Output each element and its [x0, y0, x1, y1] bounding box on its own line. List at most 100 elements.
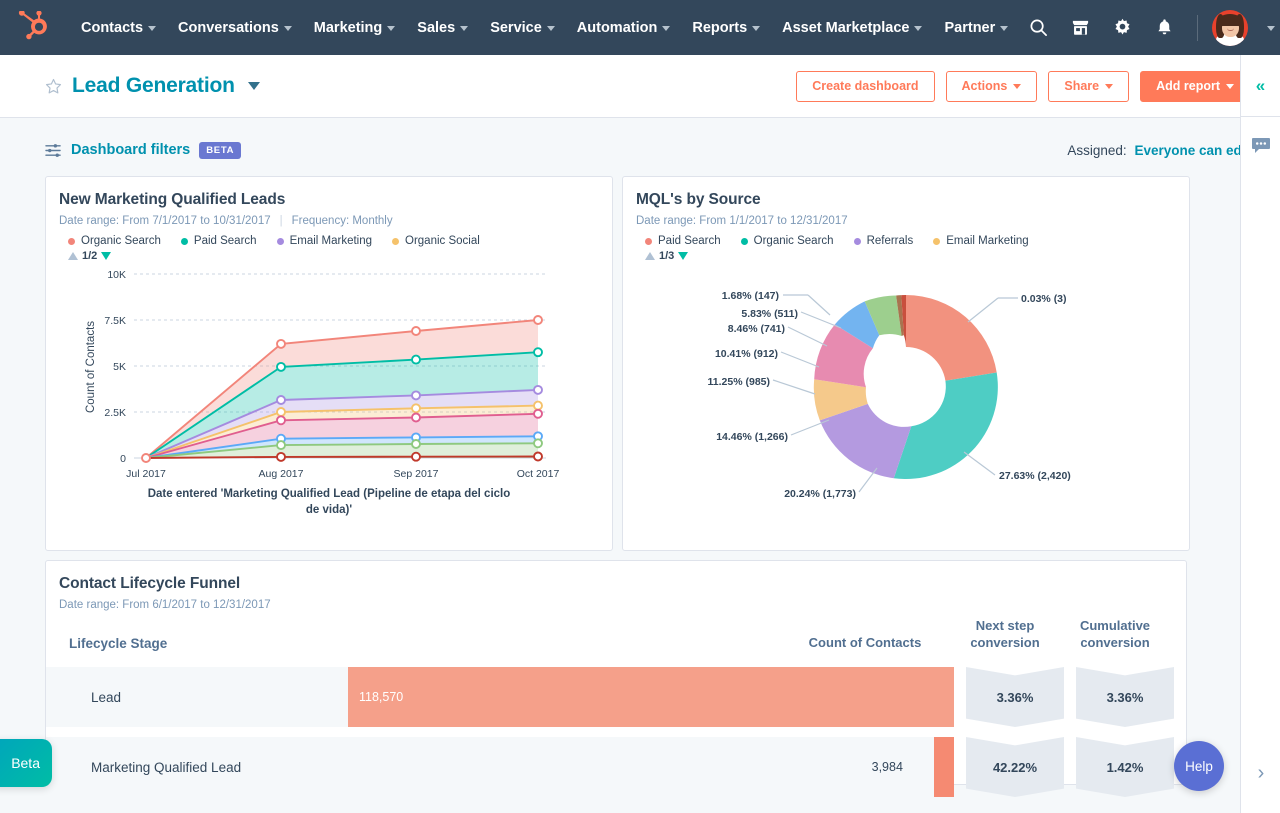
dashboard-header: Lead Generation Create dashboard Actions…: [0, 55, 1280, 118]
actions-button[interactable]: Actions: [945, 70, 1038, 102]
report-card-contact-lifecycle-funnel: Contact Lifecycle Funnel Date range: Fro…: [45, 560, 1187, 797]
nav-item-reports[interactable]: Reports: [681, 0, 771, 55]
help-label: Help: [1185, 758, 1213, 774]
nav-divider: [1197, 14, 1199, 41]
legend-label: Email Marketing: [946, 235, 1029, 247]
legend-label: Organic Search: [81, 235, 161, 247]
beta-feedback-pill[interactable]: Beta: [0, 739, 52, 787]
svg-text:0.03% (3): 0.03% (3): [1021, 293, 1067, 305]
legend-label: Organic Social: [405, 235, 480, 247]
chart-legend: Paid Search Organic Search Referrals Ema…: [623, 227, 1189, 247]
caret-down-icon: [1226, 83, 1234, 89]
beta-pill-label: Beta: [11, 755, 40, 771]
pager-count: 1/2: [82, 250, 98, 262]
hubspot-sprocket-icon[interactable]: [18, 10, 52, 45]
card-title: Contact Lifecycle Funnel: [59, 575, 241, 592]
nav-item-partner[interactable]: Partner: [933, 0, 1019, 55]
avatar[interactable]: [1212, 9, 1249, 46]
right-sidebar-rail: « ›: [1240, 55, 1280, 813]
nav-label: Automation: [576, 19, 658, 36]
report-card-mqls-by-source: MQL's by Source Date range: From 1/1/201…: [622, 176, 1190, 551]
frequency: Frequency: Monthly: [291, 215, 393, 227]
column-header-next-step-conversion: Next step conversion: [970, 618, 1040, 650]
chevron-right-icon[interactable]: ›: [1241, 753, 1280, 793]
legend-label: Email Marketing: [289, 235, 373, 247]
pager-down-icon[interactable]: [101, 252, 112, 260]
svg-text:11.25% (985): 11.25% (985): [708, 376, 770, 388]
svg-text:2.5K: 2.5K: [104, 407, 126, 419]
chevron-down-icon: [546, 26, 555, 31]
nav-label: Partner: [944, 19, 996, 36]
dashboard-grid: New Marketing Qualified Leads Date range…: [0, 176, 1280, 797]
nav-item-automation[interactable]: Automation: [566, 0, 682, 55]
dashboard-filters-toggle[interactable]: Dashboard filters BETA: [45, 141, 242, 159]
chevron-down-icon: [283, 26, 292, 31]
table-row[interactable]: Marketing Qualified Lead 3,984 42.22% 1.…: [46, 737, 1186, 797]
nav-item-asset-marketplace[interactable]: Asset Marketplace: [771, 0, 933, 55]
star-outline-icon[interactable]: [45, 78, 62, 95]
chevron-down-icon: [387, 26, 396, 31]
svg-text:0: 0: [120, 453, 126, 465]
account-chevron-down-icon[interactable]: [1252, 9, 1280, 47]
chevrons-left-icon[interactable]: «: [1241, 55, 1280, 117]
legend-item[interactable]: Email Marketing: [933, 235, 1029, 247]
legend-item[interactable]: Referrals: [853, 235, 913, 247]
marketplace-icon[interactable]: [1061, 9, 1099, 47]
svg-text:de vida)': de vida)': [306, 504, 352, 516]
legend-color-dot: [645, 237, 652, 245]
cumulative-conversion-cell: 3.36%: [1076, 667, 1174, 727]
table-row[interactable]: Lead 118,570 3.36% 3.36%: [46, 667, 1186, 727]
legend-color-dot: [740, 237, 748, 245]
search-icon[interactable]: [1019, 9, 1057, 47]
svg-text:Jul 2017: Jul 2017: [126, 468, 166, 480]
create-dashboard-button[interactable]: Create dashboard: [796, 70, 935, 102]
card-title: MQL's by Source: [636, 191, 761, 208]
legend-item[interactable]: Organic Search: [740, 235, 834, 247]
legend-color-dot: [853, 237, 861, 245]
svg-text:Count of Contacts: Count of Contacts: [85, 321, 97, 413]
page-title[interactable]: Lead Generation: [72, 74, 235, 98]
add-report-button[interactable]: Add report: [1140, 70, 1250, 102]
card-title: New Marketing Qualified Leads: [59, 191, 286, 208]
bell-icon[interactable]: [1145, 9, 1183, 47]
nav-item-service[interactable]: Service: [479, 0, 566, 55]
funnel-bar: [933, 737, 954, 797]
button-label: Create dashboard: [812, 79, 919, 93]
legend-color-dot: [933, 237, 941, 245]
chart-legend: Organic Search Paid Search Email Marketi…: [46, 227, 612, 247]
gear-icon[interactable]: [1103, 9, 1141, 47]
share-button[interactable]: Share: [1048, 70, 1130, 102]
svg-text:Date entered 'Marketing Qualif: Date entered 'Marketing Qualified Lead (…: [148, 488, 511, 500]
legend-item[interactable]: Paid Search: [180, 235, 257, 247]
chat-bubble-icon[interactable]: [1241, 117, 1280, 175]
assigned-label: Assigned:: [1067, 142, 1127, 158]
nav-item-conversations[interactable]: Conversations: [167, 0, 303, 55]
legend-item[interactable]: Organic Search: [68, 235, 161, 247]
nav-right-tools: [1019, 9, 1280, 47]
nav-item-contacts[interactable]: Contacts: [70, 0, 167, 55]
svg-text:20.24% (1,773): 20.24% (1,773): [784, 488, 856, 500]
help-button[interactable]: Help: [1174, 741, 1224, 791]
legend-item[interactable]: Organic Social: [392, 235, 480, 247]
pager-down-icon[interactable]: [678, 252, 689, 260]
legend-item[interactable]: Paid Search: [645, 235, 721, 247]
svg-text:7.5K: 7.5K: [104, 315, 126, 327]
area-line-chart[interactable]: 10K 7.5K 5K 2.5K 0 Count of Contacts Jul…: [46, 262, 612, 517]
chevron-down-icon: [662, 26, 671, 31]
assigned-value[interactable]: Everyone can edit: [1134, 143, 1250, 158]
legend-color-dot: [68, 237, 75, 245]
header-action-buttons: Create dashboard Actions Share Add repor…: [796, 70, 1250, 102]
chevron-down-icon: [460, 26, 469, 31]
svg-text:5K: 5K: [113, 361, 126, 373]
pager-up-icon[interactable]: [68, 252, 78, 260]
nav-item-sales[interactable]: Sales: [406, 0, 479, 55]
pager-up-icon[interactable]: [645, 252, 655, 260]
funnel-metric-headers: Count of Contacts Next step conversion C…: [780, 617, 1170, 651]
button-label: Add report: [1156, 79, 1220, 93]
svg-text:27.63% (2,420): 27.63% (2,420): [999, 470, 1071, 482]
nav-item-marketing[interactable]: Marketing: [303, 0, 407, 55]
caret-down-icon[interactable]: [247, 82, 260, 90]
funnel-bar-value: 3,984: [871, 760, 903, 774]
legend-item[interactable]: Email Marketing: [276, 235, 373, 247]
donut-chart[interactable]: 0.03% (3) 1.68% (147) 5.83% (511) 8.46% …: [623, 262, 1189, 522]
